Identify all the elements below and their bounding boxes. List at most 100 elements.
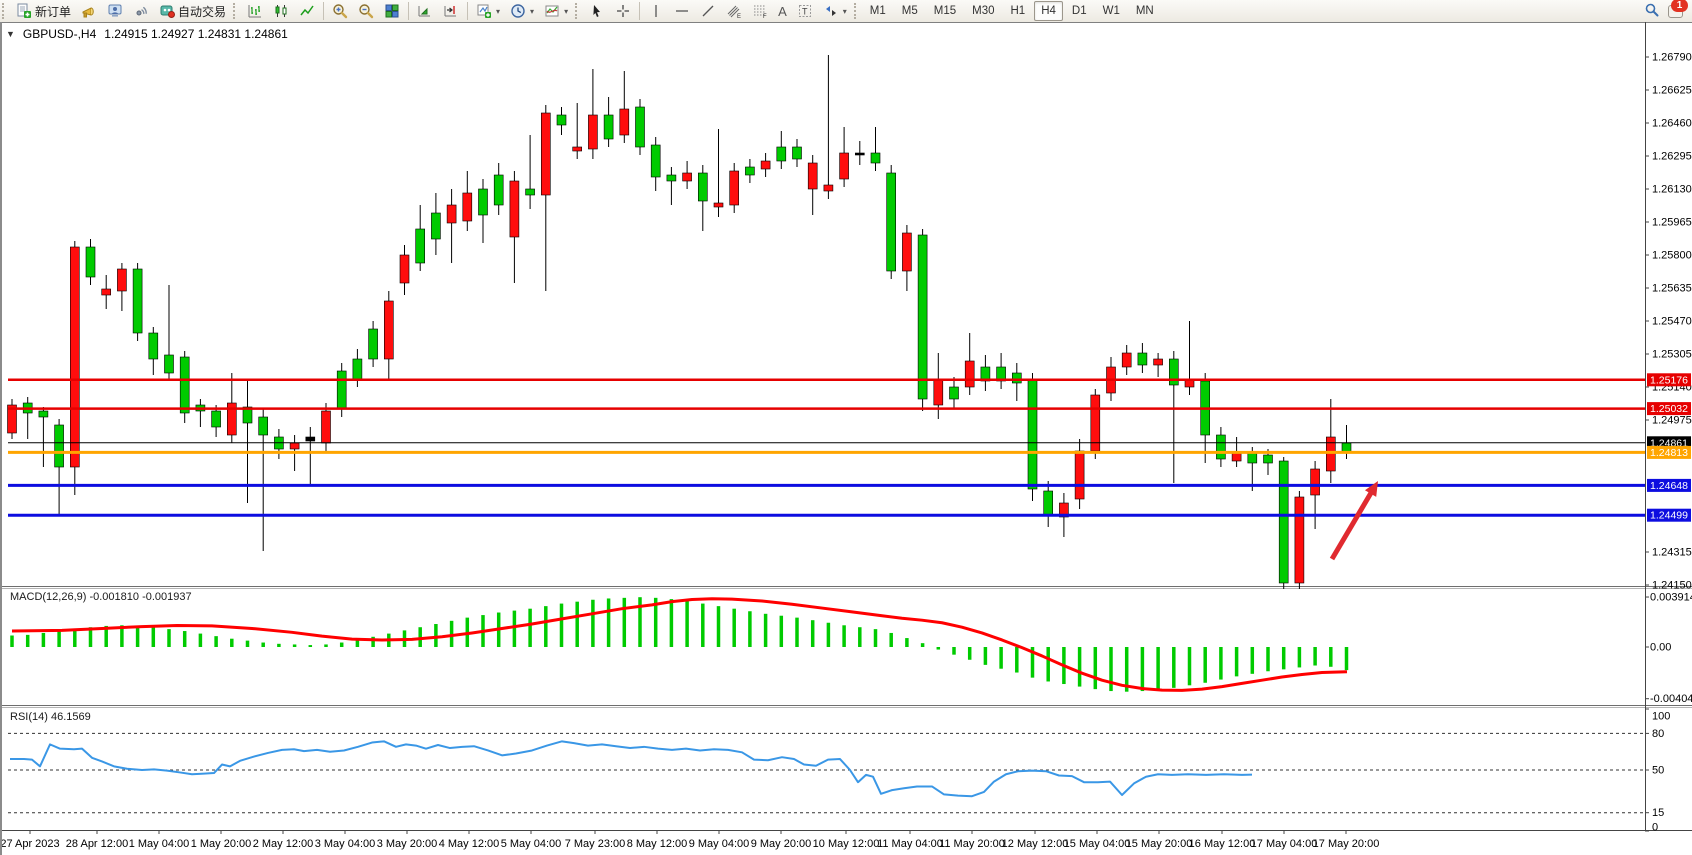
candle-body bbox=[604, 115, 613, 139]
chart-canvas[interactable]: 1.267901.266251.264601.262951.261301.259… bbox=[2, 22, 1692, 855]
timeframe-button-h4[interactable]: H4 bbox=[1034, 1, 1063, 21]
rsi-axis-tick: 80 bbox=[1652, 728, 1664, 740]
rsi-axis-tick: 100 bbox=[1652, 711, 1670, 723]
time-axis-label: 12 May 12:00 bbox=[1002, 838, 1069, 850]
candle-body bbox=[259, 417, 268, 435]
level-lines-layer[interactable] bbox=[8, 380, 1645, 515]
zoom-in-button[interactable] bbox=[327, 0, 353, 22]
time-axis-label: 10 May 12:00 bbox=[813, 838, 880, 850]
price-axis-tick: 1.26460 bbox=[1652, 118, 1692, 130]
candle-body bbox=[494, 175, 503, 205]
annotation-arrow[interactable] bbox=[1332, 481, 1378, 559]
candle-body bbox=[1028, 379, 1037, 489]
dropdown-caret-icon: ▾ bbox=[530, 7, 534, 16]
market-depth-button[interactable] bbox=[76, 0, 102, 22]
text-tool-button[interactable]: A bbox=[773, 0, 792, 22]
timeframe-button-mn[interactable]: MN bbox=[1129, 1, 1161, 21]
candle-body bbox=[447, 205, 456, 223]
line-chart-mode-button[interactable] bbox=[294, 0, 320, 22]
candle-body bbox=[588, 115, 597, 149]
candle-body bbox=[1232, 453, 1241, 461]
time-axis-label: 4 May 12:00 bbox=[439, 838, 500, 850]
toolbar-grip[interactable] bbox=[233, 3, 240, 19]
candle-body bbox=[322, 411, 331, 443]
candle-body bbox=[1264, 455, 1273, 463]
label-tool-button[interactable]: T bbox=[792, 0, 818, 22]
bar-chart-icon bbox=[247, 3, 263, 19]
candle-body bbox=[745, 167, 754, 175]
new-chart-button[interactable]: ▾ bbox=[471, 0, 505, 22]
candle-body bbox=[1138, 353, 1147, 365]
timeframe-button-w1[interactable]: W1 bbox=[1096, 1, 1127, 21]
candle-body bbox=[290, 443, 299, 449]
candle-body bbox=[479, 189, 488, 215]
fibonacci-icon: F bbox=[752, 3, 768, 19]
horizontal-line-tool-button[interactable] bbox=[669, 0, 695, 22]
candle-body bbox=[1044, 491, 1053, 515]
tile-windows-button[interactable] bbox=[379, 0, 405, 22]
new-order-icon bbox=[16, 3, 32, 19]
timeframe-button-m1[interactable]: M1 bbox=[863, 1, 893, 21]
price-badge-label: 1.24648 bbox=[1650, 480, 1688, 492]
candle-body bbox=[431, 213, 440, 239]
candle-body bbox=[620, 109, 629, 135]
auto-scroll-button[interactable] bbox=[412, 0, 438, 22]
toolbar-grip[interactable] bbox=[2, 3, 9, 19]
candlestick-mode-button[interactable] bbox=[268, 0, 294, 22]
signals-button[interactable] bbox=[128, 0, 154, 22]
collapse-arrow-icon[interactable]: ▼ bbox=[6, 29, 15, 39]
notifications-button[interactable]: 1 bbox=[1668, 2, 1686, 18]
candle-body bbox=[541, 113, 550, 195]
indicators-button[interactable]: ▾ bbox=[539, 0, 573, 22]
macd-axis-tick: 0.003914 bbox=[1650, 592, 1692, 604]
time-axis-label: 15 May 04:00 bbox=[1064, 838, 1131, 850]
bar-chart-mode-button[interactable] bbox=[242, 0, 268, 22]
price-axis-tick: 1.26625 bbox=[1652, 85, 1692, 97]
time-axis-label: 11 May 04:00 bbox=[877, 838, 943, 850]
time-axis-label: 9 May 20:00 bbox=[751, 838, 812, 850]
toolbar-grip[interactable] bbox=[854, 3, 861, 19]
cursor-tool-button[interactable] bbox=[584, 0, 610, 22]
timeframe-button-d1[interactable]: D1 bbox=[1065, 1, 1094, 21]
timeframe-button-m30[interactable]: M30 bbox=[965, 1, 1001, 21]
new-order-button[interactable]: 新订单 bbox=[11, 0, 76, 22]
timeframe-button-m5[interactable]: M5 bbox=[895, 1, 925, 21]
time-axis-label: 28 Apr 12:00 bbox=[66, 838, 128, 850]
time-axis-label: 17 May 20:00 bbox=[1313, 838, 1380, 850]
candle-body bbox=[871, 153, 880, 163]
candle-body bbox=[39, 411, 48, 417]
auto-trading-label: 自动交易 bbox=[178, 3, 226, 20]
candle-body bbox=[70, 247, 79, 467]
candle-body bbox=[55, 425, 64, 467]
candle-body bbox=[1122, 353, 1131, 367]
channel-tool-button[interactable]: E bbox=[721, 0, 747, 22]
timeframe-button-h1[interactable]: H1 bbox=[1003, 1, 1032, 21]
indicators-icon bbox=[544, 3, 560, 19]
candle-body bbox=[557, 115, 566, 125]
candle-body bbox=[102, 289, 111, 295]
auto-trading-button[interactable]: 自动交易 bbox=[154, 0, 231, 22]
candle-body bbox=[683, 173, 692, 181]
time-axis-label: 2 May 12:00 bbox=[253, 838, 314, 850]
timeframe-button-m15[interactable]: M15 bbox=[927, 1, 963, 21]
svg-text:E: E bbox=[737, 14, 741, 19]
price-badge-label: 1.24813 bbox=[1650, 447, 1688, 459]
chart-shift-button[interactable] bbox=[438, 0, 464, 22]
candle-body bbox=[1279, 461, 1288, 583]
clock-icon bbox=[510, 3, 526, 19]
crosshair-tool-button[interactable] bbox=[610, 0, 636, 22]
candle-body bbox=[1216, 435, 1225, 459]
toolbar-grip[interactable] bbox=[575, 3, 582, 19]
search-icon[interactable] bbox=[1644, 2, 1660, 18]
vertical-line-tool-button[interactable] bbox=[643, 0, 669, 22]
fibonacci-tool-button[interactable]: F bbox=[747, 0, 773, 22]
macd-indicator-label: MACD(12,26,9) -0.001810 -0.001937 bbox=[10, 591, 192, 603]
dropdown-caret-icon: ▾ bbox=[496, 7, 500, 16]
zoom-out-button[interactable] bbox=[353, 0, 379, 22]
terminal-button[interactable] bbox=[102, 0, 128, 22]
time-axis-label: 16 May 12:00 bbox=[1189, 838, 1256, 850]
arrows-tool-button[interactable]: ▾ bbox=[818, 0, 852, 22]
candle-body bbox=[651, 145, 660, 177]
profiles-button[interactable]: ▾ bbox=[505, 0, 539, 22]
trendline-tool-button[interactable] bbox=[695, 0, 721, 22]
